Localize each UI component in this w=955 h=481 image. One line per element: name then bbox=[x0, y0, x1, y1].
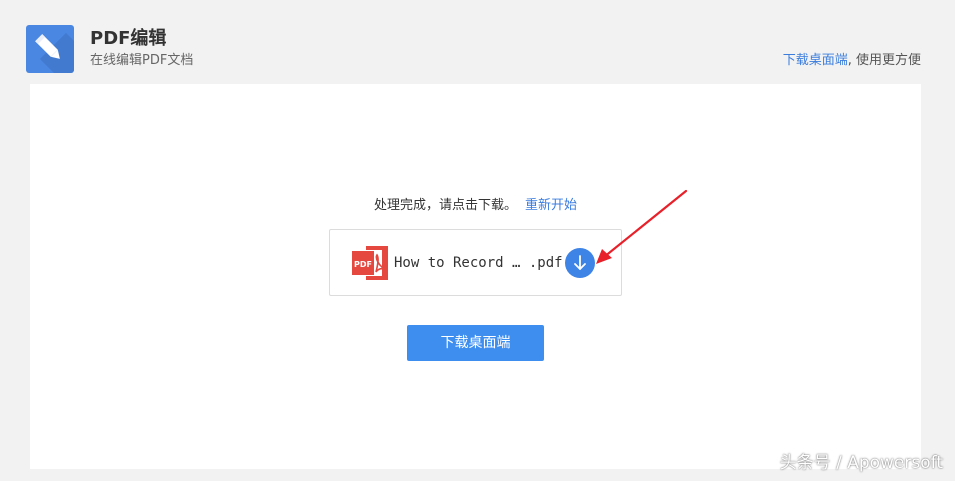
edit-pencil-icon bbox=[26, 25, 74, 73]
app-subtitle: 在线编辑PDF文档 bbox=[90, 53, 194, 68]
download-desktop-button[interactable]: 下载桌面端 bbox=[407, 325, 544, 361]
app-header: PDF编辑 在线编辑PDF文档 下载桌面端, 使用更方便 bbox=[0, 0, 955, 84]
restart-link[interactable]: 重新开始 bbox=[525, 198, 577, 213]
watermark-text: 头条号 / Apowersoft bbox=[779, 453, 943, 473]
status-text: 处理完成，请点击下载。 bbox=[373, 198, 517, 213]
arrow-down-icon bbox=[574, 255, 586, 270]
header-promo: 下载桌面端, 使用更方便 bbox=[783, 52, 921, 70]
app-title: PDF编辑 bbox=[90, 28, 167, 49]
download-file-button[interactable] bbox=[565, 248, 595, 278]
file-card: PDF How to Record … .pdf bbox=[329, 229, 622, 296]
download-desktop-link[interactable]: 下载桌面端 bbox=[783, 53, 848, 68]
svg-text:PDF: PDF bbox=[354, 260, 372, 269]
status-line: 处理完成，请点击下载。 重新开始 bbox=[30, 197, 921, 215]
file-name: How to Record … .pdf bbox=[394, 255, 563, 271]
pdf-file-icon: PDF bbox=[352, 246, 388, 280]
result-panel: 处理完成，请点击下载。 重新开始 PDF How to Record … .pdf… bbox=[30, 84, 921, 469]
promo-suffix: , 使用更方便 bbox=[847, 53, 921, 68]
